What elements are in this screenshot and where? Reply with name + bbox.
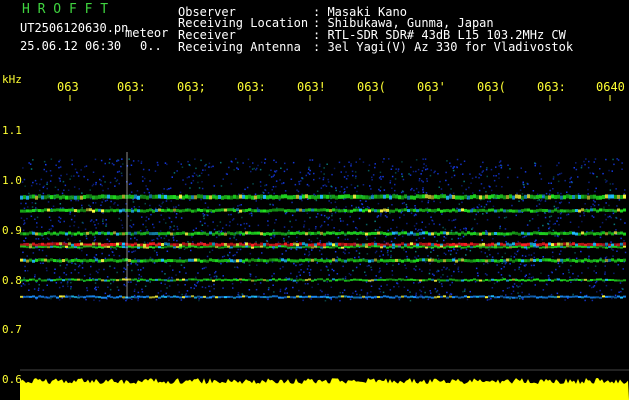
bottom-signal-bar [20,378,629,400]
spectrogram-canvas [20,95,629,400]
axis-ticks [69,95,611,101]
